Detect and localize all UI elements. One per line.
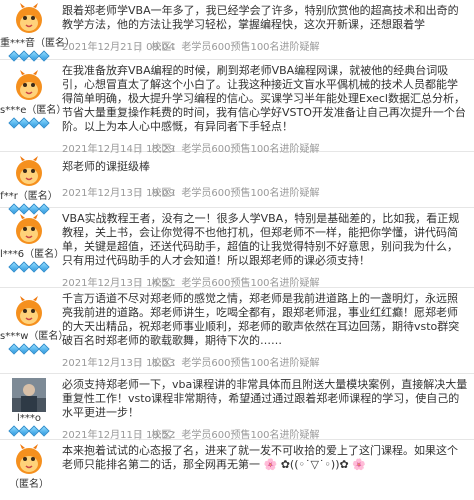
- review-text: 郑老师的课挺级棒: [62, 160, 150, 173]
- review-item: l***6（匿名） VBA实战教程王者，没有之一！很多人学VBA，特别是基础差的…: [0, 208, 474, 289]
- review-text: 跟着郑老师学VBA一年多了，我已经学会了许多，特别欣赏他的超高技术和出奇的教学方…: [62, 4, 459, 31]
- review-body: 千言万语道不尽对郑老师的感觉之情，郑老师是我前进道路上的一盏明灯，永远照亮我前进…: [62, 292, 468, 369]
- divider: |: [138, 188, 142, 199]
- review-list: 重***音（匿名） 跟着郑老师学VBA一年多了，我已经学会了许多，特别欣赏他的超…: [0, 0, 474, 500]
- review-campus: 校区：老学员600预售100名进阶疑解: [151, 42, 320, 53]
- level-gems: [0, 261, 58, 273]
- reviewer-name: l***6（匿名）: [0, 249, 65, 260]
- reviewer: 重***音（匿名）: [0, 3, 75, 62]
- review-text: 千言万语道不尽对郑老师的感觉之情，郑老师是我前进道路上的一盏明灯，永远照亮我前进…: [62, 292, 460, 347]
- avatar: [16, 214, 42, 244]
- reviewer: s***w（匿名）: [0, 296, 69, 355]
- review-text: 在我准备放弃VBA编程的时候，刷到郑老师VBA编程网课，就被他的经典台词吸引，心…: [62, 64, 466, 133]
- review-meta: 2021年12月13日 19:09| 校区：老学员600预售100名进阶疑解: [62, 184, 468, 199]
- review-item: s***w（匿名） 千言万语道不尽对郑老师的感觉之情，郑老师是我前进道路上的一盏…: [0, 288, 474, 374]
- review-campus: 校区：老学员600预售100名进阶疑解: [151, 430, 320, 441]
- avatar: [16, 444, 42, 474]
- reviewer: l***o: [0, 378, 58, 437]
- review-date: 2021年12月13日 14:51: [62, 278, 175, 289]
- review-body: VBA实战教程王者，没有之一！很多人学VBA，特别是基础差的，比如我，看正规教程…: [62, 212, 468, 289]
- review-meta: 2021年12月21日 09:04| 校区：老学员600预售100名进阶疑解: [62, 38, 468, 53]
- avatar: [16, 3, 42, 33]
- avatar: [16, 70, 42, 100]
- review-date: 2021年12月21日 09:04: [62, 42, 175, 53]
- review-campus: 校区：老学员600预售100名进阶疑解: [151, 188, 320, 199]
- reviewer: l***6（匿名）: [0, 214, 65, 273]
- reviewer: （匿名）: [0, 444, 58, 491]
- avatar: [16, 156, 42, 186]
- review-body: 必须支持郑老师一下，vba课程讲的非常具体而且附送大量模块案例，直接解决大量重复…: [62, 378, 468, 441]
- review-item: s***e（匿名） 在我准备放弃VBA编程的时候，刷到郑老师VBA编程网课，就被…: [0, 60, 474, 155]
- level-gems: [0, 343, 58, 355]
- review-body: 郑老师的课挺级棒 2021年12月13日 19:09| 校区：老学员600预售10…: [62, 160, 468, 199]
- review-date: 2021年12月13日 11:03: [62, 358, 175, 369]
- review-body: 本来抱着试试的心态报了名，进来了就一发不可收拾的爱上了这门课程。如果这个老师只能…: [62, 444, 468, 472]
- review-meta: 2021年12月13日 11:03| 校区：老学员600预售100名进阶疑解: [62, 354, 468, 369]
- review-date: 2021年12月13日 19:09: [62, 188, 175, 199]
- review-text: 本来抱着试试的心态报了名，进来了就一发不可收拾的爱上了这门课程。如果这个老师只能…: [62, 444, 458, 471]
- reviewer: s***e（匿名）: [0, 70, 67, 129]
- reviewer-name: s***w（匿名）: [0, 331, 69, 342]
- review-date: 2021年12月11日 19:52: [62, 430, 175, 441]
- level-gems: [0, 117, 58, 129]
- level-gems: [0, 425, 58, 437]
- reviewer: f**r（匿名）: [0, 156, 58, 215]
- avatar-photo: [12, 378, 46, 412]
- review-item: l***o 必须支持郑老师一下，vba课程讲的非常具体而且附送大量模块案例，直接…: [0, 374, 474, 441]
- review-campus: 校区：老学员600预售100名进阶疑解: [151, 278, 320, 289]
- review-body: 跟着郑老师学VBA一年多了，我已经学会了许多，特别欣赏他的超高技术和出奇的教学方…: [62, 4, 468, 53]
- reviewer-name: s***e（匿名）: [0, 105, 67, 116]
- review-meta: 2021年12月11日 19:52| 校区：老学员600预售100名进阶疑解: [62, 426, 468, 441]
- review-text: VBA实战教程王者，没有之一！很多人学VBA，特别是基础差的，比如我，看正规教程…: [62, 212, 460, 267]
- reviewer-name: f**r（匿名）: [0, 191, 58, 202]
- review-text: 必须支持郑老师一下，vba课程讲的非常具体而且附送大量模块案例，直接解决大量重复…: [62, 378, 468, 419]
- review-item: 重***音（匿名） 跟着郑老师学VBA一年多了，我已经学会了许多，特别欣赏他的超…: [0, 0, 474, 62]
- level-gems: [0, 50, 58, 62]
- review-item: （匿名） 本来抱着试试的心态报了名，进来了就一发不可收拾的爱上了这门课程。如果这…: [0, 440, 474, 500]
- divider: |: [138, 358, 142, 369]
- review-item: f**r（匿名） 郑老师的课挺级棒 2021年12月13日 19:09| 校区：老…: [0, 152, 474, 215]
- avatar: [16, 296, 42, 326]
- review-campus: 校区：老学员600预售100名进阶疑解: [151, 358, 320, 369]
- review-body: 在我准备放弃VBA编程的时候，刷到郑老师VBA编程网课，就被他的经典台词吸引，心…: [62, 64, 468, 155]
- reviewer-name: （匿名）: [9, 479, 49, 490]
- reviewer-name: 重***音（匿名）: [0, 38, 75, 49]
- reviewer-name: l***o: [17, 413, 41, 424]
- divider: |: [138, 42, 142, 53]
- review-meta: 2021年12月13日 14:51| 校区：老学员600预售100名进阶疑解: [62, 274, 468, 289]
